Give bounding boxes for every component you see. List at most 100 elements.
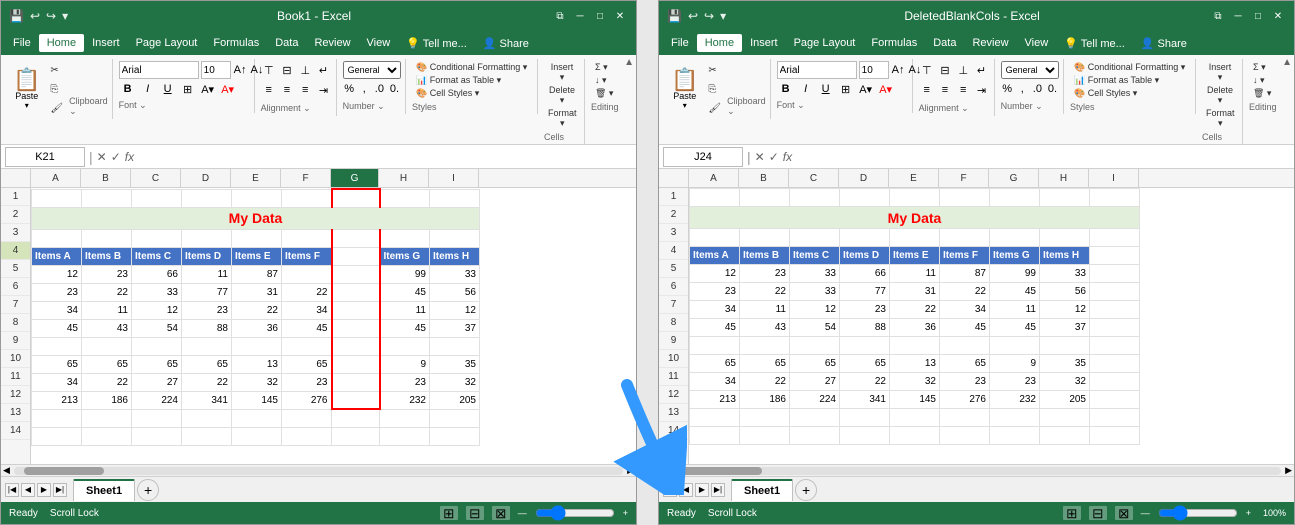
scroll-left-btn[interactable]: ◀ — [1, 465, 12, 476]
row-3-right[interactable]: 3 — [659, 224, 688, 242]
cell[interactable] — [82, 409, 132, 427]
cell[interactable]: 99 — [380, 265, 430, 283]
cell[interactable] — [690, 229, 740, 247]
cell[interactable]: 65 — [740, 355, 790, 373]
cell[interactable] — [332, 265, 380, 283]
nav-next-left[interactable]: ▶ — [37, 483, 51, 497]
underline-btn-left[interactable]: U — [159, 80, 177, 98]
cell-styles-btn-left[interactable]: 🎨 Cell Styles ▾ — [412, 87, 533, 100]
cell[interactable] — [132, 409, 182, 427]
header-cell[interactable]: Items D — [182, 247, 232, 265]
redo-icon-right[interactable]: ↪ — [704, 9, 714, 23]
cell[interactable] — [1090, 391, 1140, 409]
format-painter-btn-left[interactable]: 🖌 — [46, 99, 67, 117]
cell[interactable] — [1090, 283, 1140, 301]
cell[interactable]: 77 — [840, 283, 890, 301]
cell[interactable]: 22 — [82, 373, 132, 391]
right-align-right[interactable]: ≡ — [955, 81, 971, 99]
nav-last-right[interactable]: ▶| — [711, 483, 725, 497]
cell[interactable] — [840, 337, 890, 355]
quick-access-left[interactable]: 💾 ↩ ↪ ▾ — [9, 9, 68, 23]
cell[interactable]: 12 — [790, 301, 840, 319]
cell[interactable]: 99 — [990, 265, 1040, 283]
preview-view-left[interactable]: ⊠ — [492, 506, 510, 520]
row-8-left[interactable]: 8 — [1, 314, 30, 332]
bold-btn-right[interactable]: B — [777, 80, 795, 98]
font-size-right[interactable] — [859, 61, 889, 79]
cell[interactable] — [740, 409, 790, 427]
format-btn-left[interactable]: Format ▾ — [544, 107, 580, 130]
row-5-left[interactable]: 5 — [1, 260, 30, 278]
align-bot-left[interactable]: ⊥ — [297, 61, 313, 79]
cell[interactable] — [132, 337, 182, 355]
save-icon-right[interactable]: 💾 — [667, 9, 682, 23]
border-btn-right[interactable]: ⊞ — [837, 80, 855, 98]
dec-dec-left[interactable]: 0. — [388, 80, 401, 98]
cell[interactable] — [82, 229, 132, 247]
paste-btn-left[interactable]: 📋 Paste ▾ — [9, 67, 44, 112]
align-mid-right[interactable]: ⊟ — [937, 61, 953, 79]
cell[interactable]: 23 — [990, 373, 1040, 391]
cell[interactable]: 45 — [380, 283, 430, 301]
row-11-left[interactable]: 11 — [1, 368, 30, 386]
cell[interactable] — [1040, 189, 1090, 207]
menu-home-right[interactable]: Home — [697, 34, 742, 52]
color-btn-right[interactable]: A▾ — [877, 80, 895, 98]
cell[interactable] — [790, 409, 840, 427]
cell[interactable]: 12 — [32, 265, 82, 283]
dec-inc-right[interactable]: .0 — [1031, 80, 1044, 98]
normal-view-left[interactable]: ⊞ — [440, 506, 458, 520]
cell[interactable]: 276 — [282, 391, 332, 409]
redo-icon[interactable]: ↪ — [46, 9, 56, 23]
cell[interactable] — [1090, 301, 1140, 319]
undo-icon-right[interactable]: ↩ — [688, 9, 698, 23]
cell[interactable] — [1090, 355, 1140, 373]
cell[interactable] — [1090, 409, 1140, 427]
ribbon-collapse-right[interactable]: ▲ — [1282, 57, 1292, 68]
scroll-right-btn-right[interactable]: ▶ — [1283, 465, 1294, 476]
cell[interactable] — [232, 229, 282, 247]
header-cell[interactable]: Items C — [132, 247, 182, 265]
cell[interactable]: 65 — [690, 355, 740, 373]
cell[interactable] — [232, 409, 282, 427]
cell[interactable]: 12 — [132, 301, 182, 319]
zoom-slider-left[interactable] — [535, 509, 615, 517]
cell[interactable]: 32 — [890, 373, 940, 391]
cell[interactable] — [940, 337, 990, 355]
window-controls-right[interactable]: ⧉ ─ □ ✕ — [1210, 8, 1286, 24]
cell[interactable] — [1090, 427, 1140, 445]
clear-btn-right[interactable]: 🗑 ▾ — [1249, 87, 1286, 100]
preview-view-right[interactable]: ⊠ — [1115, 506, 1133, 520]
sheet1-tab-right[interactable]: Sheet1 — [731, 479, 793, 501]
cell[interactable]: 22 — [890, 301, 940, 319]
cell[interactable]: 27 — [132, 373, 182, 391]
conditional-formatting-btn-right[interactable]: 🎨 Conditional Formatting ▾ — [1070, 61, 1191, 74]
cell[interactable]: 145 — [890, 391, 940, 409]
header-cell-right[interactable]: Items D — [840, 247, 890, 265]
cell[interactable]: 232 — [990, 391, 1040, 409]
cell[interactable] — [332, 409, 380, 427]
cell[interactable] — [1090, 337, 1140, 355]
cell[interactable] — [332, 391, 380, 409]
pct-btn-left[interactable]: % — [343, 80, 356, 98]
color-btn-left[interactable]: A▾ — [219, 80, 237, 98]
quick-access-right[interactable]: 💾 ↩ ↪ ▾ — [667, 9, 726, 23]
cell[interactable] — [1040, 409, 1090, 427]
cell[interactable] — [232, 189, 282, 207]
cell[interactable]: 22 — [740, 373, 790, 391]
cell[interactable]: 56 — [1040, 283, 1090, 301]
cell[interactable] — [790, 229, 840, 247]
number-format-right[interactable]: General — [1001, 61, 1059, 79]
cell[interactable]: 88 — [182, 319, 232, 337]
h-scrollbar-left[interactable]: ◀ ▶ — [1, 464, 636, 476]
align-top-left[interactable]: ⊤ — [261, 61, 277, 79]
comma-btn-right[interactable]: , — [1016, 80, 1029, 98]
row-7-right[interactable]: 7 — [659, 296, 688, 314]
cell[interactable] — [1090, 247, 1140, 265]
paste-btn-right[interactable]: 📋 Paste ▾ — [667, 67, 702, 112]
scrollbar-thumb-right[interactable] — [682, 467, 762, 475]
indent-btn-right[interactable]: ⇥ — [973, 81, 989, 99]
header-cell-right[interactable]: Items E — [890, 247, 940, 265]
cell[interactable] — [990, 189, 1040, 207]
fill-btn-left[interactable]: A▾ — [199, 80, 217, 98]
